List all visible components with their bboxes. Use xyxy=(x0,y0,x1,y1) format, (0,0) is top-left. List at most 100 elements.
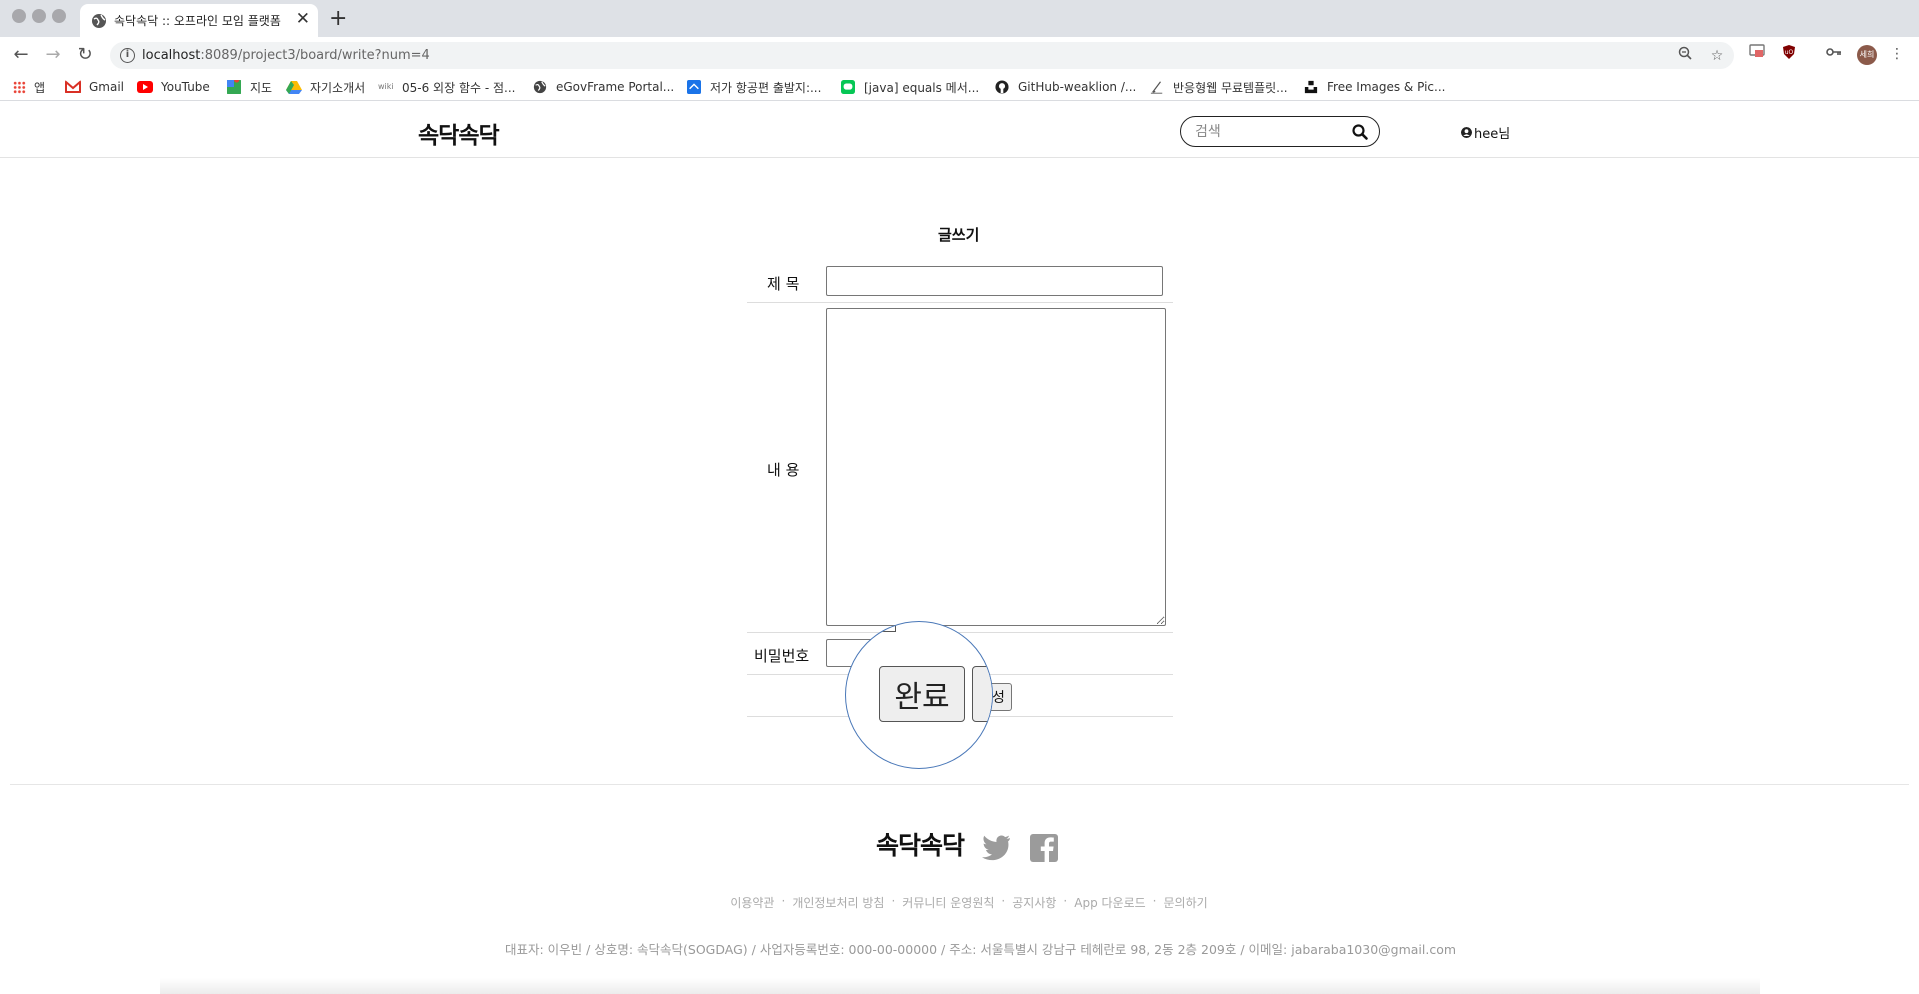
pen-icon xyxy=(1150,81,1163,94)
footer-divider xyxy=(10,784,1909,785)
bookmark-label: 05-6 외장 함수 - 점... xyxy=(402,80,516,95)
maps-icon xyxy=(227,80,241,94)
zoom-magnifier: 완료 xyxy=(845,621,993,769)
youtube-icon xyxy=(137,81,153,93)
magnified-input-edge xyxy=(846,622,896,632)
bookmark-gmail[interactable]: Gmail xyxy=(65,78,124,96)
bookmark-egovframe[interactable]: eGovFrame Portal... xyxy=(532,78,674,96)
forward-icon[interactable]: → xyxy=(41,43,65,67)
bookmark-label: 반응형웹 무료템플릿... xyxy=(1173,80,1288,95)
bookmarks-bar: 앱 Gmail YouTube 지도 자기소개서 wiki 05-6 외장 함수… xyxy=(0,73,1919,101)
page-title: 글쓰기 xyxy=(938,226,980,244)
bookmark-star-icon[interactable]: ☆ xyxy=(1707,46,1727,66)
svg-text:uO: uO xyxy=(1785,49,1794,56)
twitter-icon[interactable] xyxy=(981,835,1011,861)
maximize-window-button[interactable] xyxy=(52,9,66,23)
magnified-second-button xyxy=(972,666,992,722)
bookmark-label: YouTube xyxy=(161,80,210,94)
wikidocs-icon: wiki xyxy=(378,82,394,91)
tab-title: 속닥속닥 :: 오프라인 모임 플랫폼 xyxy=(114,14,281,28)
site-info-icon[interactable]: i xyxy=(120,48,135,63)
bookmark-wikidocs[interactable]: wiki 05-6 외장 함수 - 점... xyxy=(378,78,515,96)
line-icon xyxy=(841,80,855,94)
bookmark-label: 저가 항공편 출발지:... xyxy=(710,80,822,95)
user-circle-icon xyxy=(1461,127,1472,138)
bookmark-label: 앱 xyxy=(34,80,46,95)
bookmark-java-equals[interactable]: [java] equals 메서... xyxy=(840,78,979,96)
gmail-icon xyxy=(65,80,81,93)
url-text[interactable]: localhost:8089/project3/board/write?num=… xyxy=(142,48,430,63)
facebook-icon[interactable] xyxy=(1030,834,1058,862)
user-menu[interactable]: hee님 xyxy=(1461,123,1510,142)
bookmark-label: 지도 xyxy=(250,80,273,95)
footer-link-privacy[interactable]: 개인정보처리 방침 xyxy=(792,894,884,911)
github-icon xyxy=(995,80,1009,94)
zoom-icon[interactable] xyxy=(1675,46,1695,66)
globe-icon xyxy=(92,14,106,28)
profile-avatar[interactable]: 세희 xyxy=(1857,45,1877,65)
bookmark-label: eGovFrame Portal... xyxy=(556,80,675,94)
new-tab-icon[interactable]: + xyxy=(329,6,347,32)
bookmark-resume[interactable]: 자기소개서 xyxy=(286,78,365,96)
bookmark-github[interactable]: GitHub-weaklion /... xyxy=(994,78,1136,96)
key-icon[interactable] xyxy=(1824,44,1844,64)
browser-tab-strip: 속닥속닥 :: 오프라인 모임 플랫폼 ✕ + xyxy=(0,0,1919,37)
url-path: :8089/project3/board/write?num=4 xyxy=(200,48,430,63)
row-divider xyxy=(747,302,1173,303)
close-window-button[interactable] xyxy=(12,9,26,23)
title-label: 제 목 xyxy=(767,275,800,293)
bottom-shadow xyxy=(160,978,1760,994)
password-label: 비밀번호 xyxy=(754,647,810,665)
bookmark-apps[interactable]: 앱 xyxy=(13,78,45,96)
flight-icon xyxy=(687,80,701,94)
company-info: 대표자: 이우빈 / 상호명: 속닥속닥(SOGDAG) / 사업자등록번호: … xyxy=(505,942,1457,957)
back-icon[interactable]: ← xyxy=(9,43,33,67)
title-input[interactable] xyxy=(826,266,1163,296)
bookmark-label: 자기소개서 xyxy=(310,80,366,95)
site-logo[interactable]: 속닥속닥 xyxy=(418,116,500,150)
separator-dot: · xyxy=(1152,894,1157,908)
bookmark-maps[interactable]: 지도 xyxy=(226,78,272,96)
reload-icon[interactable]: ↻ xyxy=(73,43,97,67)
footer-links: 이용약관 · 개인정보처리 방침 · 커뮤니티 운영원칙 · 공지사항 · App 다운… xyxy=(720,894,1218,911)
address-bar[interactable]: i localhost:8089/project3/board/write?nu… xyxy=(110,42,1734,69)
globe-icon xyxy=(533,80,547,94)
apps-grid-icon xyxy=(13,80,26,94)
url-host: localhost xyxy=(142,48,201,63)
footer-link-app-download[interactable]: App 다운로드 xyxy=(1074,894,1145,911)
submit-button[interactable]: 완료 xyxy=(879,666,965,722)
browser-toolbar: ← → ↻ i localhost:8089/project3/board/wr… xyxy=(0,37,1919,73)
search-icon[interactable] xyxy=(1351,123,1369,141)
separator-dot: · xyxy=(891,894,896,908)
bookmark-label: [java] equals 메서... xyxy=(864,80,980,95)
bookmark-unsplash[interactable]: Free Images & Pic... xyxy=(1303,78,1445,96)
footer-link-terms[interactable]: 이용약관 xyxy=(730,894,774,911)
unsplash-icon xyxy=(1304,80,1318,94)
separator-dot: · xyxy=(1001,894,1006,908)
user-name: hee님 xyxy=(1474,127,1511,142)
bookmark-label: Gmail xyxy=(89,80,125,94)
footer-link-notices[interactable]: 공지사항 xyxy=(1012,894,1056,911)
ublock-icon[interactable]: uO xyxy=(1779,44,1799,64)
browser-tab[interactable]: 속닥속닥 :: 오프라인 모임 플랫폼 ✕ xyxy=(80,4,318,37)
drive-icon xyxy=(286,81,302,94)
content-label: 내 용 xyxy=(767,461,800,479)
search-box xyxy=(1180,116,1380,147)
cast-extension-icon[interactable] xyxy=(1747,44,1767,64)
separator-dot: · xyxy=(781,894,786,908)
footer-logo[interactable]: 속닥속닥 xyxy=(876,826,965,862)
close-tab-icon[interactable]: ✕ xyxy=(296,9,310,29)
site-header: 속닥속닥 hee님 xyxy=(0,106,1919,158)
separator-dot: · xyxy=(1063,894,1068,908)
menu-kebab-icon[interactable]: ⋮ xyxy=(1887,44,1907,64)
footer-link-contact[interactable]: 문의하기 xyxy=(1164,894,1208,911)
content-textarea[interactable] xyxy=(826,308,1166,626)
minimize-window-button[interactable] xyxy=(32,9,46,23)
search-input[interactable] xyxy=(1195,122,1345,141)
bookmark-flights[interactable]: 저가 항공편 출발지:... xyxy=(686,78,821,96)
footer-link-community-rules[interactable]: 커뮤니티 운영원칙 xyxy=(902,894,994,911)
bookmark-templates[interactable]: 반응형웹 무료템플릿... xyxy=(1149,78,1288,96)
bookmark-youtube[interactable]: YouTube xyxy=(137,78,210,96)
svg-text:wiki: wiki xyxy=(378,82,394,91)
bookmark-label: Free Images & Pic... xyxy=(1327,80,1446,94)
